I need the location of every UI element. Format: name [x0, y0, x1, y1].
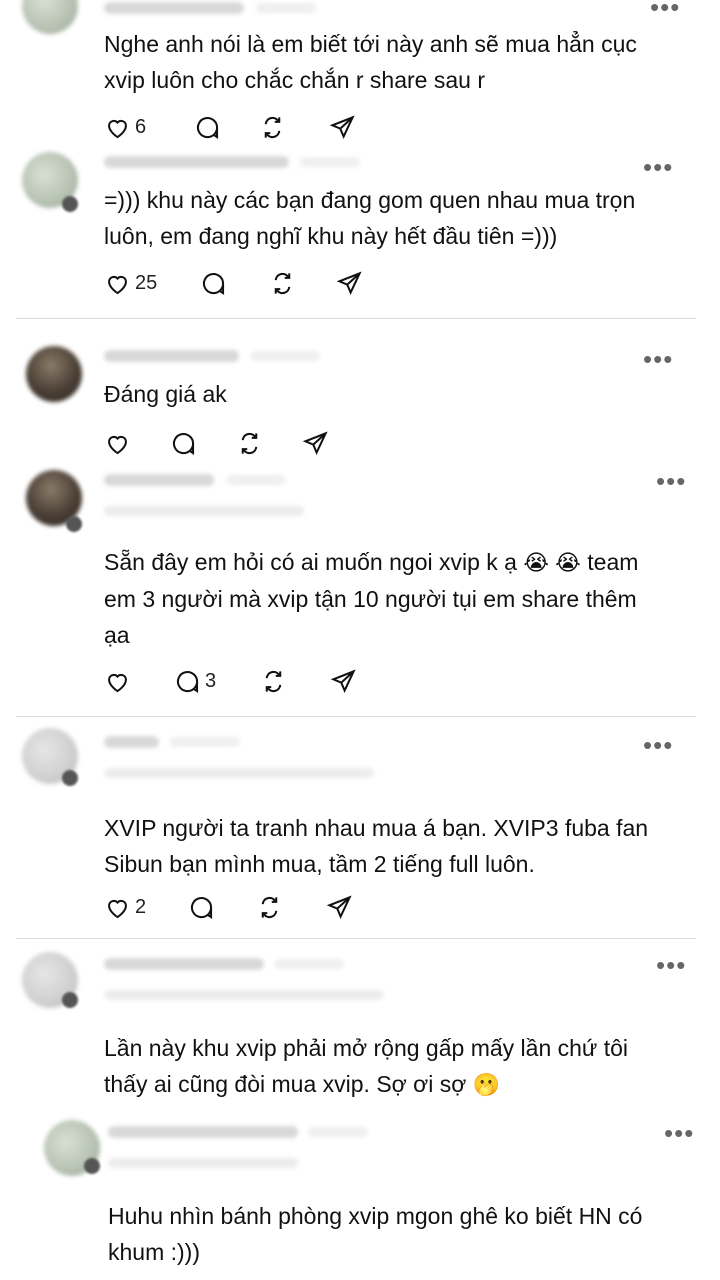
- heart-icon: [108, 119, 127, 138]
- avatar-badge: [84, 1158, 100, 1174]
- more-options-button[interactable]: •••: [643, 732, 673, 758]
- like-count: 6: [135, 115, 147, 138]
- timestamp: [256, 3, 316, 13]
- share-button[interactable]: [302, 428, 329, 458]
- username[interactable]: [104, 2, 244, 14]
- share-button[interactable]: [329, 112, 356, 142]
- avatar[interactable]: [22, 0, 78, 34]
- reply-context: [104, 768, 374, 778]
- avatar-badge: [62, 770, 78, 786]
- comment-text: Nghe anh nói là em biết tới này anh sẽ m…: [104, 31, 637, 93]
- heart-icon: [108, 275, 127, 294]
- timestamp: [226, 475, 286, 485]
- comment-text: Đáng giá ak: [104, 381, 227, 407]
- send-icon: [336, 271, 362, 295]
- more-options-button[interactable]: •••: [643, 346, 673, 372]
- more-options-button[interactable]: •••: [643, 154, 673, 180]
- repost-button[interactable]: [256, 892, 283, 922]
- more-options-button[interactable]: •••: [664, 1120, 694, 1146]
- comment-icon: [176, 670, 199, 693]
- more-options-button[interactable]: •••: [656, 952, 686, 978]
- reply-button[interactable]: 3: [174, 666, 216, 696]
- share-button[interactable]: [330, 666, 357, 696]
- heart-icon: [108, 899, 127, 918]
- reply-button[interactable]: [188, 892, 215, 922]
- send-icon: [326, 895, 352, 919]
- divider: [16, 938, 696, 939]
- more-options-button[interactable]: •••: [656, 468, 686, 494]
- avatar-badge: [62, 196, 78, 212]
- username[interactable]: [104, 156, 289, 168]
- share-button[interactable]: [336, 268, 363, 298]
- like-button[interactable]: 2: [104, 892, 146, 922]
- like-count: 25: [135, 271, 158, 294]
- reply-context: [104, 506, 304, 516]
- repost-button[interactable]: [269, 268, 296, 298]
- repost-icon: [265, 670, 282, 692]
- reply-button[interactable]: [194, 112, 221, 142]
- heart-icon: [108, 673, 127, 692]
- send-icon: [302, 431, 328, 455]
- repost-button[interactable]: [259, 112, 286, 142]
- comment-text-part: Lần này khu xvip phải mở rộng gấp mấy lầ…: [104, 1035, 628, 1097]
- comment-text: Huhu nhìn bánh phòng xvip mgon ghê ko bi…: [108, 1203, 643, 1265]
- send-icon: [330, 669, 356, 693]
- username[interactable]: [108, 1126, 298, 1138]
- reply-context: [108, 1158, 298, 1168]
- reply-context: [104, 990, 384, 1000]
- comment-icon: [196, 116, 219, 139]
- crying-emoji: 😭 😭: [523, 550, 581, 575]
- avatar-badge: [62, 992, 78, 1008]
- timestamp: [308, 1127, 368, 1137]
- like-count: 2: [135, 895, 147, 918]
- divider: [16, 716, 696, 717]
- username[interactable]: [104, 474, 214, 486]
- comment-icon: [202, 272, 225, 295]
- comment-icon: [172, 432, 195, 455]
- repost-icon: [274, 272, 291, 294]
- send-icon: [329, 115, 355, 139]
- repost-icon: [261, 896, 278, 918]
- share-button[interactable]: [326, 892, 353, 922]
- comment-icon: [190, 896, 213, 919]
- comment-text: Lần này khu xvip phải mở rộng gấp mấy lầ…: [104, 1030, 628, 1103]
- repost-button[interactable]: [260, 666, 287, 696]
- repost-button[interactable]: [236, 428, 263, 458]
- heart-icon: [108, 435, 127, 454]
- timestamp: [300, 157, 360, 167]
- timestamp: [274, 959, 344, 969]
- comment-text: =))) khu này các bạn đang gom quen nhau …: [104, 187, 636, 249]
- username[interactable]: [104, 736, 159, 748]
- more-options-button[interactable]: •••: [650, 0, 680, 20]
- like-button[interactable]: [104, 666, 135, 696]
- avatar[interactable]: [26, 346, 82, 402]
- reply-button[interactable]: [170, 428, 197, 458]
- reply-button[interactable]: [200, 268, 227, 298]
- comment-text-part: Sẵn đây em hỏi có ai muốn ngoi xvip k ạ: [104, 549, 524, 575]
- username[interactable]: [104, 958, 264, 970]
- repost-icon: [264, 116, 281, 138]
- like-button[interactable]: 6: [104, 112, 146, 142]
- timestamp: [250, 351, 320, 361]
- username[interactable]: [104, 350, 239, 362]
- avatar-badge: [66, 516, 82, 532]
- comment-text: Sẵn đây em hỏi có ai muốn ngoi xvip k ạ …: [104, 544, 638, 653]
- repost-icon: [241, 432, 258, 454]
- comment-text: XVIP người ta tranh nhau mua á bạn. XVIP…: [104, 815, 649, 877]
- hand-over-mouth-emoji: 🫢: [472, 1072, 501, 1097]
- divider: [16, 318, 696, 319]
- timestamp: [170, 737, 240, 747]
- like-button[interactable]: [104, 428, 135, 458]
- like-button[interactable]: 25: [104, 268, 157, 298]
- reply-count: 3: [205, 669, 217, 692]
